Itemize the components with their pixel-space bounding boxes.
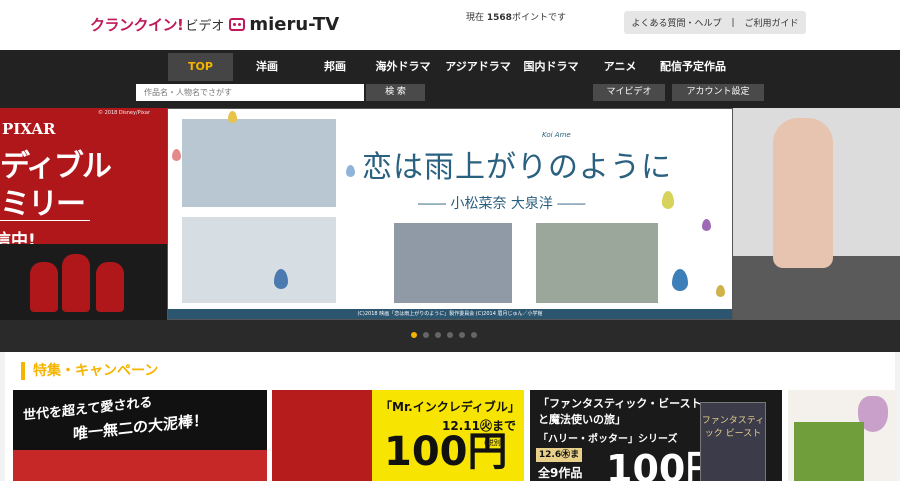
carousel-slide-active[interactable]: Koi Ame 恋は雨上がりのように ―― 小松菜奈 大泉洋 ―― (C)201… xyxy=(167,108,733,320)
tab-upcoming[interactable]: 配信予定作品 xyxy=(656,53,730,81)
account-settings-button[interactable]: アカウント設定 xyxy=(672,84,764,101)
carousel-dot-6[interactable] xyxy=(471,332,477,338)
card-banner xyxy=(13,450,267,481)
raindrop-icon xyxy=(672,269,688,291)
character-figure xyxy=(96,262,124,312)
scene-photo xyxy=(394,223,512,303)
card-poster: ファンタスティック ビースト xyxy=(700,402,766,481)
movie-title: 恋は雨上がりのように xyxy=(362,150,672,185)
card-image xyxy=(272,390,372,481)
scene-photo xyxy=(182,217,336,303)
card-title-line1: 「ファンタスティック・ビースト xyxy=(538,397,702,410)
card-image-book xyxy=(794,422,864,481)
main-nav: TOP 洋画 邦画 海外ドラマ アジアドラマ 国内ドラマ アニメ 配信予定作品 … xyxy=(0,50,900,108)
guide-link[interactable]: ご利用ガイド xyxy=(745,16,799,29)
card-title-line2: と魔法使いの旅」 xyxy=(538,413,626,426)
raindrop-icon xyxy=(702,219,711,231)
carousel-pagination xyxy=(411,332,477,338)
tab-domestic-drama[interactable]: 国内ドラマ xyxy=(518,53,584,81)
points-suffix: ポイントです xyxy=(511,13,566,23)
slide-title: ディブル ミリー xyxy=(0,148,112,224)
logo-mieru-tv: mieru-TV xyxy=(249,13,340,35)
carousel-dot-3[interactable] xyxy=(435,332,441,338)
tv-icon xyxy=(229,17,246,31)
carousel-slide-next[interactable] xyxy=(733,108,900,320)
raindrop-icon xyxy=(228,111,237,123)
slide-copyright: © 2018 Disney/Pixar xyxy=(98,110,151,116)
card-count: 全9作品 xyxy=(538,466,583,480)
search-input[interactable] xyxy=(136,84,364,101)
raindrop-icon xyxy=(716,285,725,297)
raindrop-icon xyxy=(172,149,181,161)
tab-asian-drama[interactable]: アジアドラマ xyxy=(442,53,514,81)
help-separator: | xyxy=(731,17,735,28)
carousel-dot-1[interactable] xyxy=(411,332,417,338)
slide-title-line1: ディブル xyxy=(0,149,112,184)
slide-image xyxy=(0,244,167,320)
logo-crankin: クランクイン! xyxy=(90,15,184,34)
raindrop-icon xyxy=(662,191,674,209)
section-title: 特集・キャンペーン xyxy=(21,362,158,380)
tab-anime[interactable]: アニメ xyxy=(592,53,648,81)
divider xyxy=(0,220,90,221)
slide-image-person xyxy=(773,118,833,268)
my-video-button[interactable]: マイビデオ xyxy=(593,84,665,101)
campaign-section: 特集・キャンペーン 世代を超えて愛される 唯一無二の大泥棒！ 「Mr.インクレデ… xyxy=(5,352,895,481)
slide-title-line2: ミリー xyxy=(0,187,86,222)
hero-carousel: © 2018 Disney/Pixar PIXAR ディブル ミリー 信中! K… xyxy=(0,108,900,352)
site-header: クランクイン! ビデオ mieru-TV 現在 1568ポイントです よくある質… xyxy=(0,0,900,50)
poster-title: ファンタスティック ビースト xyxy=(701,416,765,439)
card-subtitle: 「ハリー・ポッター」シリーズ xyxy=(538,434,678,445)
carousel-dot-5[interactable] xyxy=(459,332,465,338)
logo-video: ビデオ xyxy=(185,18,225,34)
raindrop-icon xyxy=(346,165,355,177)
card-title: 「ファンタスティック・ビースト と魔法使いの旅」 xyxy=(538,396,702,428)
help-links: よくある質問・ヘルプ | ご利用ガイド xyxy=(624,11,806,34)
campaign-card-fantastic-beasts[interactable]: 「ファンタスティック・ビースト と魔法使いの旅」 「ハリー・ポッター」シリーズ … xyxy=(530,390,782,481)
character-figure xyxy=(30,262,58,312)
faq-help-link[interactable]: よくある質問・ヘルプ xyxy=(631,16,721,29)
movie-cast: ―― 小松菜奈 大泉洋 ―― xyxy=(418,196,586,212)
koi-ame-mark: Koi Ame xyxy=(542,131,571,139)
tab-overseas-drama[interactable]: 海外ドラマ xyxy=(370,53,436,81)
campaign-card-lupin[interactable]: 世代を超えて愛される 唯一無二の大泥棒！ xyxy=(13,390,267,481)
card-tax: (税別) xyxy=(484,439,504,447)
character-figure xyxy=(62,254,90,312)
campaign-card-partial[interactable] xyxy=(788,390,895,481)
tab-top[interactable]: TOP xyxy=(168,53,233,81)
points-prefix: 現在 xyxy=(466,13,485,23)
points-value: 1568 xyxy=(486,13,512,23)
scene-photo xyxy=(536,223,658,303)
tab-western-movies[interactable]: 洋画 xyxy=(238,53,296,81)
tab-japanese-movies[interactable]: 邦画 xyxy=(306,53,364,81)
card-date: 12.6㊍まで xyxy=(536,448,582,474)
campaign-card-incredibles[interactable]: 「Mr.インクレディブル」 12.11㊋まで 100円 (税別) xyxy=(272,390,524,481)
raindrop-icon xyxy=(274,269,288,289)
site-logo[interactable]: クランクイン! ビデオ mieru-TV xyxy=(90,10,339,38)
carousel-dot-2[interactable] xyxy=(423,332,429,338)
pixar-logo: PIXAR xyxy=(2,120,56,138)
scene-photo xyxy=(182,119,336,207)
points-display: 現在 1568ポイントです xyxy=(466,10,566,23)
carousel-dot-4[interactable] xyxy=(447,332,453,338)
card-title: 「Mr.インクレディブル」 xyxy=(380,400,520,414)
carousel-slide-prev[interactable]: © 2018 Disney/Pixar PIXAR ディブル ミリー 信中! xyxy=(0,108,167,320)
slide-caption: (C)2018 映画「恋は雨上がりのように」製作委員会 (C)2014 眉月じゅ… xyxy=(168,309,732,319)
search-button[interactable]: 検 索 xyxy=(366,84,425,101)
